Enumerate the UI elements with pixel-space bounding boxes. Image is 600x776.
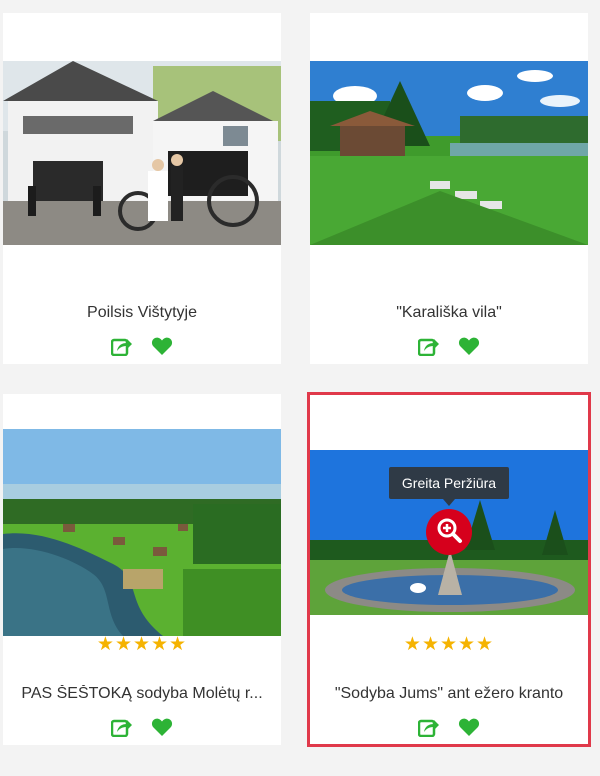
heart-icon[interactable] — [458, 336, 480, 356]
heart-icon[interactable] — [151, 336, 173, 356]
listing-title[interactable]: Poilsis Vištytyje — [3, 304, 281, 322]
listing-photo-wedding-carriage[interactable] — [3, 61, 281, 245]
rating-stars: ★★★★★ — [403, 634, 495, 655]
heart-icon[interactable] — [458, 717, 480, 737]
share-icon[interactable] — [111, 336, 133, 356]
listing-card-2[interactable]: "Karališka vila" — [310, 13, 588, 364]
listing-title[interactable]: "Sodyba Jums" ant ežero kranto — [307, 685, 591, 703]
zoom-in-icon — [435, 516, 463, 549]
listing-card-1[interactable]: Poilsis Vištytyje — [3, 13, 281, 364]
listing-card-3[interactable]: ★★★★★ PAS ŠEŠTOKĄ sodyba Molėtų r... — [3, 394, 281, 745]
listing-title[interactable]: "Karališka vila" — [310, 304, 588, 322]
listing-title[interactable]: PAS ŠEŠTOKĄ sodyba Molėtų r... — [3, 685, 281, 703]
listing-actions — [310, 336, 588, 356]
listing-actions — [3, 336, 281, 356]
heart-icon[interactable] — [151, 717, 173, 737]
quick-view-button[interactable] — [426, 509, 472, 555]
quick-view-tooltip: Greita Peržiūra — [389, 467, 509, 506]
listing-actions — [3, 717, 281, 737]
share-icon[interactable] — [418, 336, 440, 356]
listing-card-4[interactable]: Greita Peržiūra ★★★★★ "Sodyba Jums" ant … — [307, 392, 591, 747]
share-icon[interactable] — [418, 717, 440, 737]
rating-stars: ★★★★★ — [96, 634, 188, 655]
listing-photo-lakeside-villa[interactable] — [310, 61, 588, 245]
share-icon[interactable] — [111, 717, 133, 737]
listing-photo-aerial-lake-farm[interactable] — [3, 429, 281, 636]
listing-actions — [307, 717, 591, 737]
